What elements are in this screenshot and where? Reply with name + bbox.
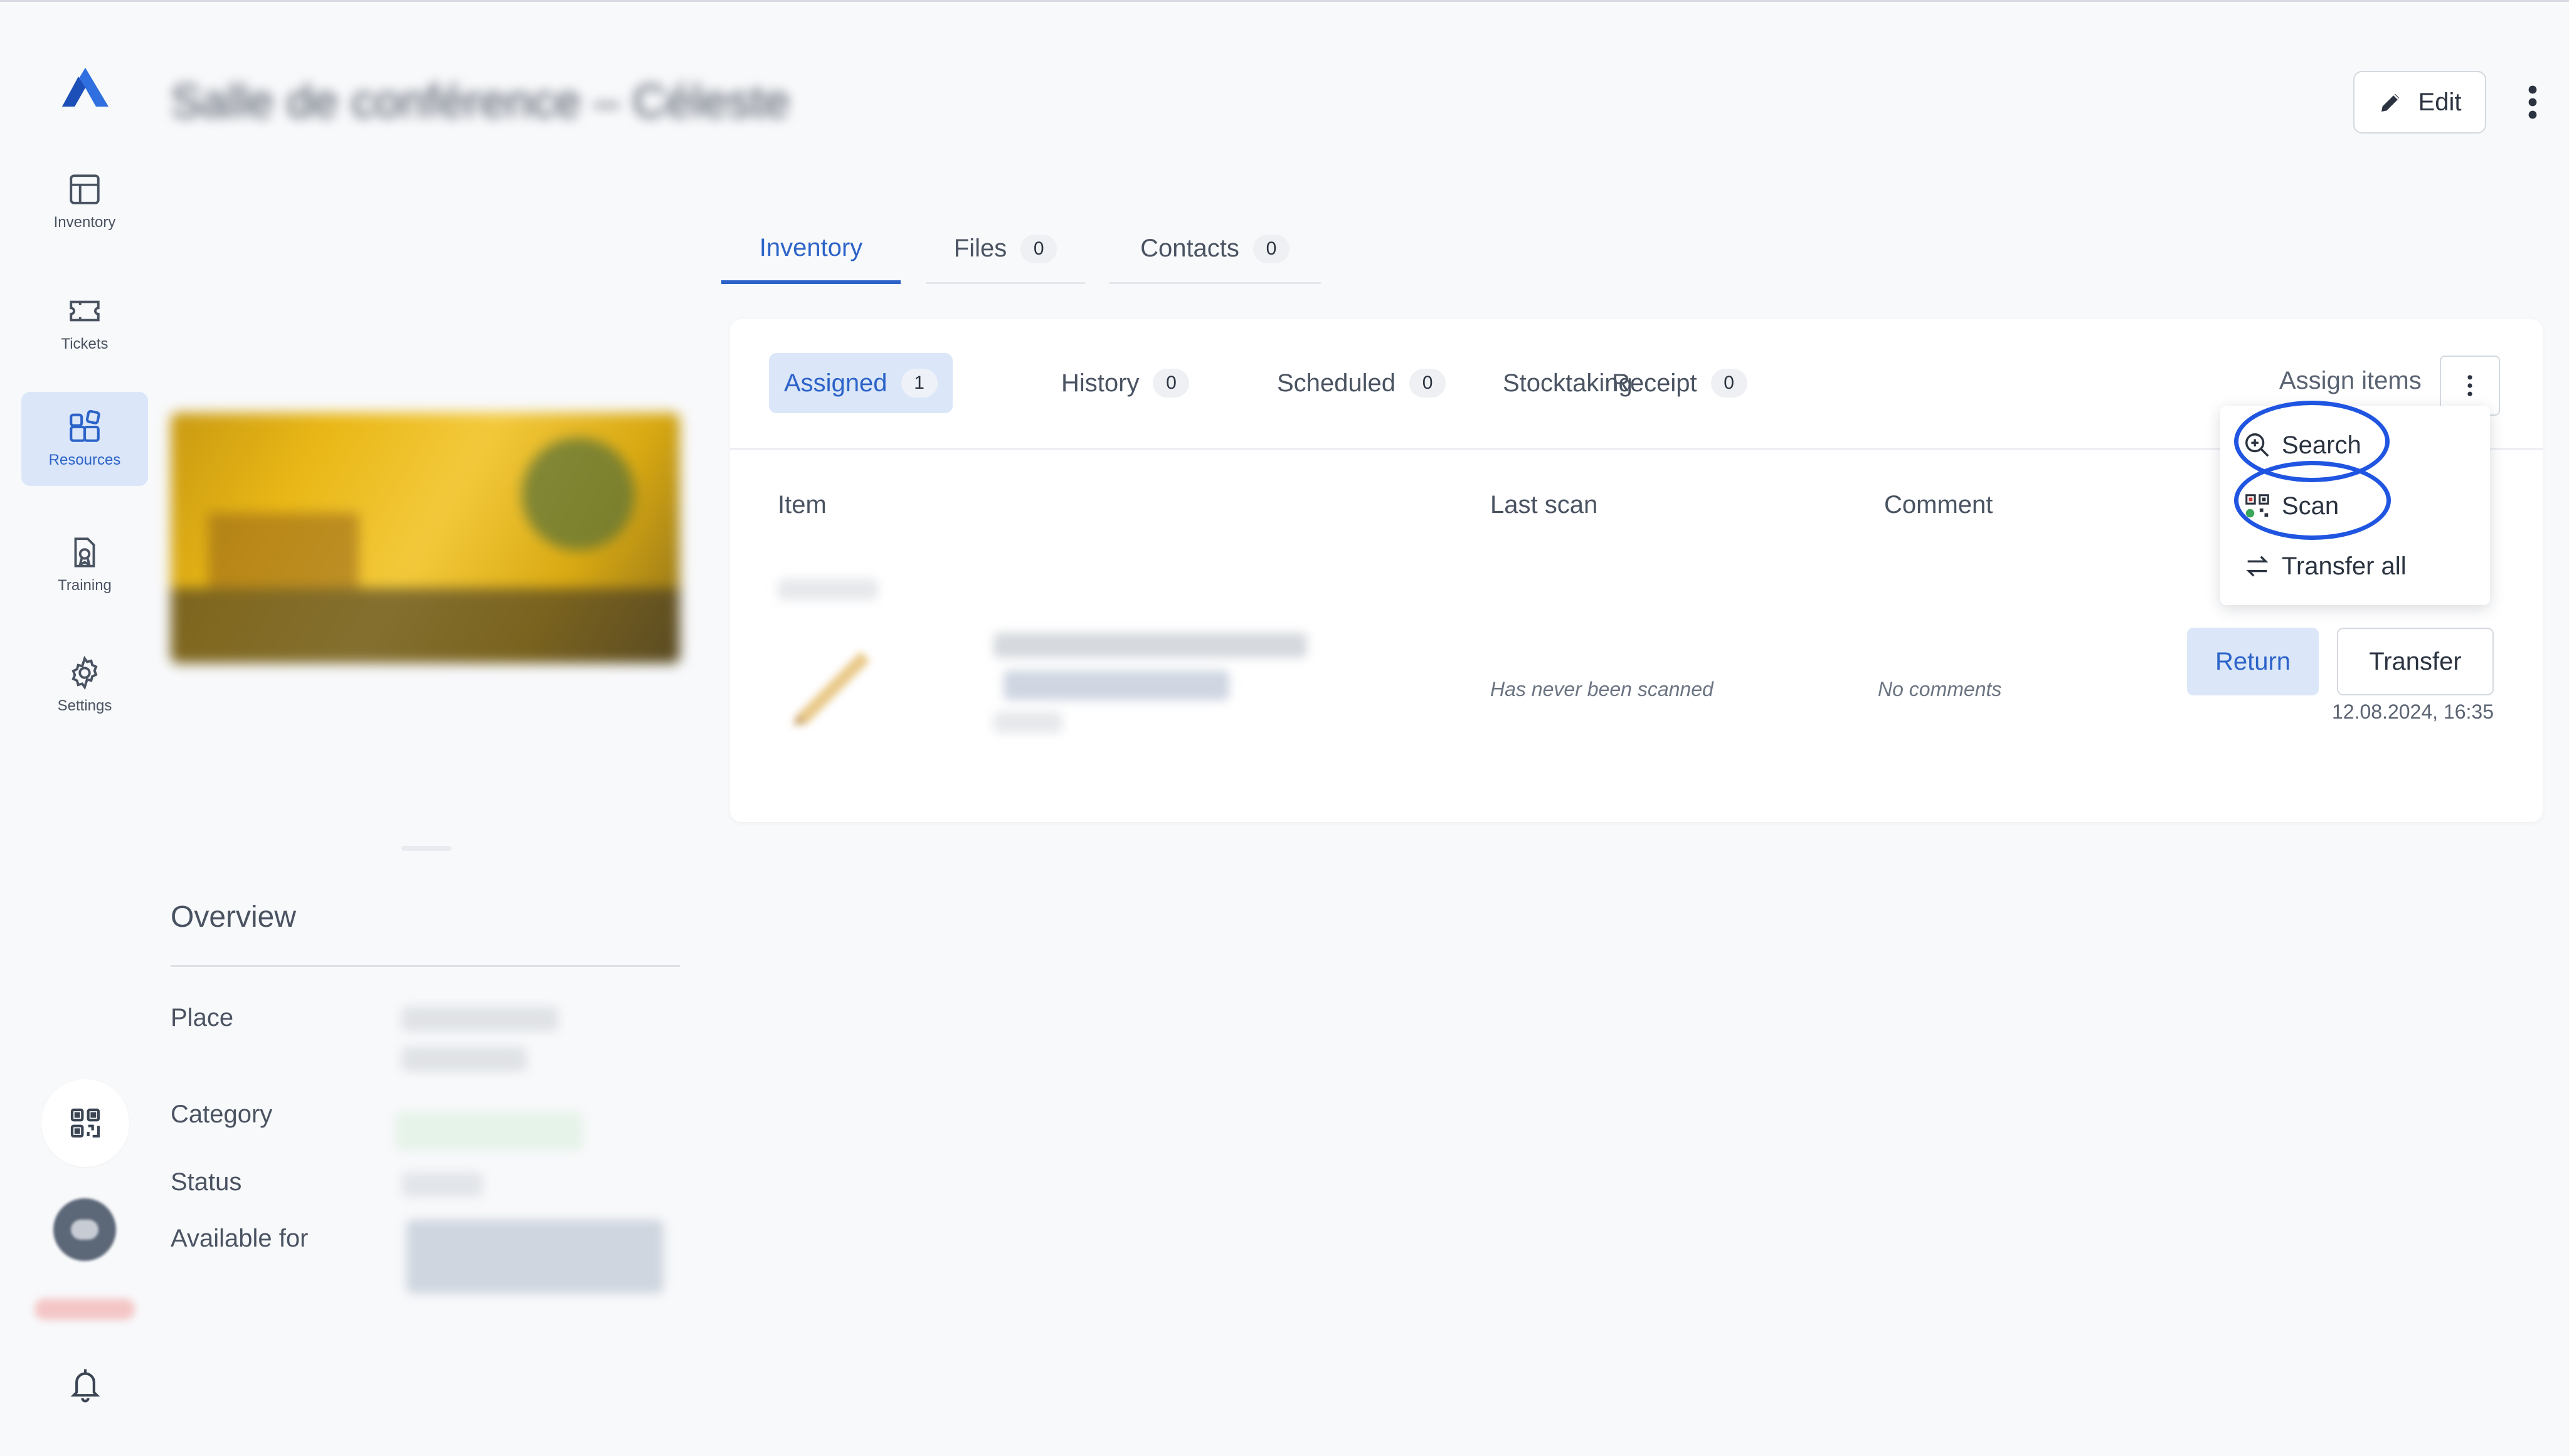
count-badge: 0 — [1710, 369, 1747, 398]
app-logo-icon[interactable] — [61, 66, 110, 110]
tab-label: Files — [953, 235, 1007, 262]
pencil-icon — [2381, 93, 2399, 112]
subtab-scheduled[interactable]: Scheduled 0 — [1262, 353, 1461, 413]
gear-icon — [72, 655, 98, 690]
ticket-icon — [70, 300, 100, 322]
tab-contacts[interactable]: Contacts 0 — [1109, 215, 1321, 284]
place-value — [401, 1006, 558, 1031]
sidebar-item-training[interactable]: Training — [21, 517, 148, 611]
resource-photo — [171, 413, 680, 663]
qr-code-icon — [70, 1108, 100, 1138]
return-button[interactable]: Return — [2187, 628, 2319, 695]
sidebar-item-resources[interactable]: Resources — [21, 392, 148, 486]
overview-title: Overview — [171, 900, 297, 934]
sidebar-item-label: Training — [58, 577, 112, 594]
tab-files[interactable]: Files 0 — [926, 215, 1085, 284]
sidebar: Inventory Tickets Resources Training Set… — [0, 2, 169, 1456]
menu-item-transfer-all[interactable]: Transfer all — [2243, 544, 2407, 588]
subtab-label: Receipt — [1612, 369, 1697, 397]
resources-blocks-icon — [70, 409, 100, 442]
count-badge: 0 — [1020, 234, 1057, 263]
subtab-label: Assigned — [784, 369, 887, 397]
more-vertical-icon — [2467, 375, 2472, 396]
subtab-history[interactable]: History 0 — [1046, 353, 1204, 413]
overview-label-status: Status — [171, 1168, 242, 1196]
qr-scan-icon — [2245, 494, 2269, 518]
menu-item-label: Search — [2282, 431, 2361, 459]
app-root: Inventory Tickets Resources Training Set… — [0, 0, 2569, 1456]
tab-inventory[interactable]: Inventory — [721, 215, 901, 284]
sidebar-item-label: Resources — [48, 451, 121, 468]
subtab-assigned[interactable]: Assigned 1 — [769, 353, 953, 413]
tab-label: Contacts — [1140, 235, 1239, 262]
subtab-label: Scheduled — [1277, 369, 1396, 397]
count-badge: 0 — [1153, 369, 1190, 398]
menu-item-scan[interactable]: Scan — [2243, 484, 2339, 528]
divider — [171, 965, 680, 967]
sidebar-item-label: Inventory — [53, 214, 116, 231]
search-zoom-icon — [2245, 433, 2269, 457]
overview-label-category: Category — [171, 1100, 273, 1128]
row-date: 12.08.2024, 16:35 — [2331, 700, 2494, 723]
training-icon — [74, 537, 95, 567]
item-sub — [993, 712, 1062, 733]
transfer-arrows-icon — [2246, 556, 2269, 577]
inventory-grid-icon — [70, 174, 100, 204]
sidebar-item-label: Tickets — [61, 335, 109, 352]
avatar[interactable] — [53, 1198, 116, 1261]
sidebar-item-tickets[interactable]: Tickets — [21, 276, 148, 370]
status-value — [401, 1172, 483, 1197]
sidebar-item-settings[interactable]: Settings — [21, 638, 148, 732]
page-title: Salle de conférence – Céleste — [171, 75, 790, 127]
subtab-label: History — [1061, 369, 1140, 397]
account-badge — [34, 1299, 135, 1320]
comment-value: No comments — [1878, 678, 2002, 700]
sidebar-item-label: Settings — [57, 697, 112, 714]
category-badge — [395, 1112, 583, 1151]
menu-item-search[interactable]: Search — [2243, 423, 2361, 467]
menu-item-label: Scan — [2282, 492, 2339, 520]
assign-items-menu: Search Scan Transfer all — [2220, 406, 2490, 605]
place-value-line2 — [401, 1047, 527, 1072]
sidebar-item-inventory[interactable]: Inventory — [21, 154, 148, 248]
transfer-button[interactable]: Transfer — [2337, 628, 2494, 695]
last-scan-value: Has never been scanned — [1490, 678, 1714, 700]
count-badge: 1 — [901, 369, 938, 398]
item-thumbnail — [793, 652, 870, 725]
menu-item-label: Transfer all — [2282, 552, 2407, 580]
column-header-comment: Comment — [1884, 491, 1993, 519]
more-vertical-icon[interactable] — [2520, 83, 2545, 121]
count-badge: 0 — [1253, 234, 1290, 263]
available-for-badge — [406, 1220, 664, 1294]
overview-label-available-for: Available for — [171, 1225, 309, 1252]
edit-button[interactable]: Edit — [2353, 71, 2486, 134]
edit-button-label: Edit — [2418, 88, 2462, 116]
tab-label: Inventory — [759, 233, 863, 261]
assign-items-label[interactable]: Assign items — [2279, 367, 2422, 395]
overview-label-place: Place — [171, 1004, 234, 1031]
column-header-item: Item — [778, 491, 827, 519]
subtab-receipt[interactable]: Receipt 0 — [1597, 353, 1762, 413]
carousel-indicator[interactable] — [401, 846, 452, 851]
item-name[interactable] — [993, 633, 1307, 658]
column-header-last-scan: Last scan — [1490, 491, 1598, 519]
qr-scan-button[interactable] — [41, 1079, 129, 1167]
count-badge: 0 — [1409, 369, 1446, 398]
row-group-label — [778, 579, 878, 600]
bell-icon[interactable] — [68, 1366, 103, 1404]
item-tag — [1004, 670, 1229, 700]
